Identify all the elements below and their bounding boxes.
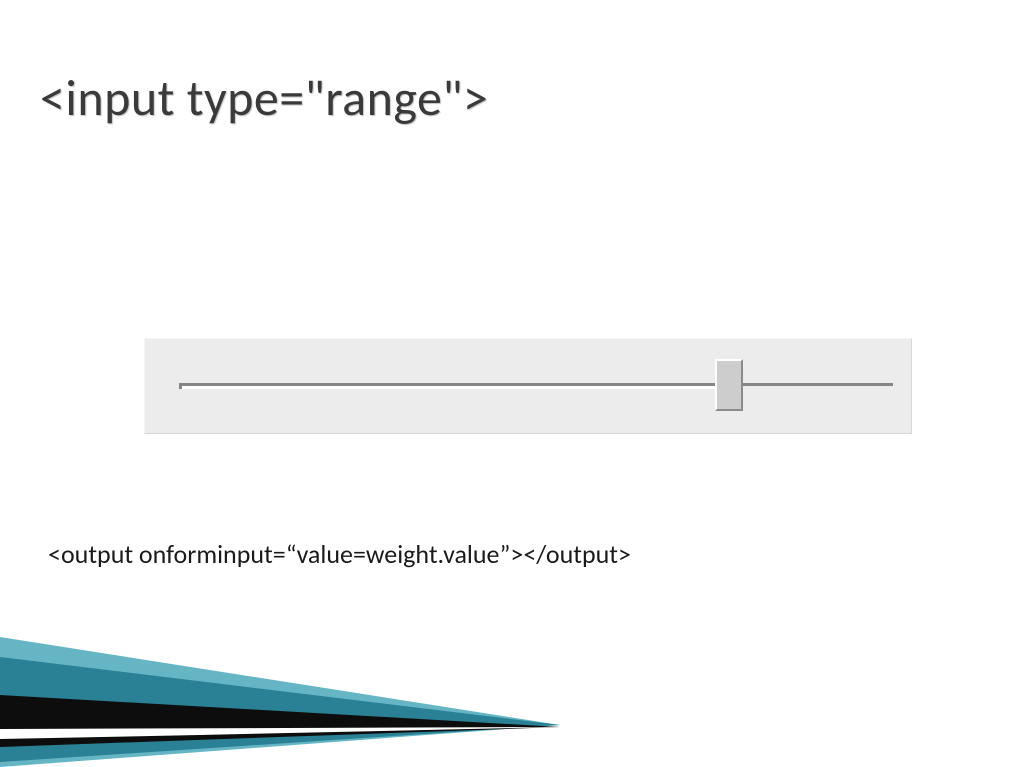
slide: <input type="range"> <output onforminput…: [0, 0, 1024, 767]
range-slider[interactable]: [144, 338, 912, 434]
slide-corner-decoration: [0, 627, 620, 767]
slider-track: [179, 383, 893, 387]
slider-thumb[interactable]: [715, 359, 743, 411]
code-sample: <output onforminput=“value=weight.value”…: [48, 538, 631, 570]
slider-track-area: [179, 339, 893, 433]
slider-track-empty: [729, 383, 893, 386]
slider-track-filled: [179, 383, 729, 389]
slide-title: <input type="range">: [40, 68, 488, 129]
